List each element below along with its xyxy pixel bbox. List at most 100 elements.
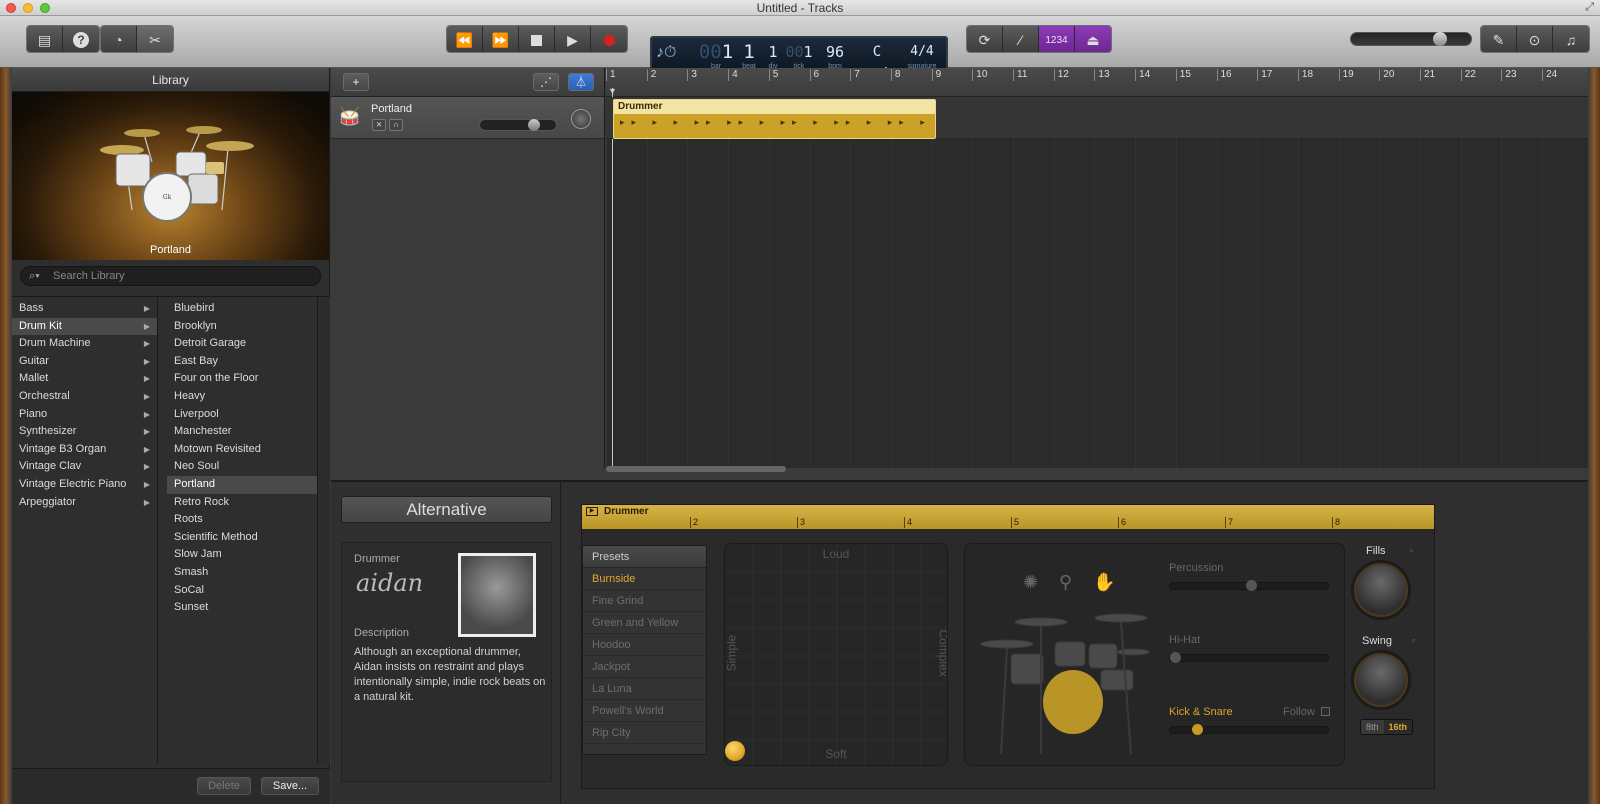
xy-puck[interactable] xyxy=(725,741,745,761)
smart-controls-button[interactable]: ◔ xyxy=(101,26,137,52)
patch-list-scrollbar[interactable] xyxy=(317,297,330,764)
library-patch-item[interactable]: Slow Jam xyxy=(167,546,317,564)
library-patch-item[interactable]: Scientific Method xyxy=(167,529,317,547)
mute-button[interactable]: ⨯ xyxy=(372,119,386,131)
swing-knob[interactable] xyxy=(1354,653,1408,707)
metronome-button[interactable]: ⏏ xyxy=(1075,26,1111,52)
add-track-button[interactable]: + xyxy=(343,73,369,91)
automation-button[interactable]: ⋰ xyxy=(533,73,559,91)
swing-lock-icon[interactable]: ▫ xyxy=(1412,635,1415,645)
preset-item[interactable]: Burnside xyxy=(583,568,706,590)
library-category-item[interactable]: Piano ▶ xyxy=(12,406,157,424)
quick-help-button[interactable]: ? xyxy=(63,26,99,52)
library-patch-item[interactable]: Heavy xyxy=(167,388,317,406)
percussion-slider[interactable] xyxy=(1169,580,1329,591)
library-category-item[interactable]: Synthesizer ▶ xyxy=(12,423,157,441)
library-category-item[interactable]: Orchestral ▶ xyxy=(12,388,157,406)
library-category-item[interactable]: Guitar ▶ xyxy=(12,353,157,371)
notepad-button[interactable]: ✎ xyxy=(1481,26,1517,52)
library-search-field[interactable]: ⌕▾ Search Library xyxy=(20,266,321,286)
editor-ruler[interactable]: 2 3 4 5 6 7 8 xyxy=(582,517,1434,529)
library-category-item[interactable]: Vintage Electric Piano ▶ xyxy=(12,476,157,494)
clap-icon[interactable]: ✋ xyxy=(1093,572,1115,593)
drummer-region[interactable]: Drummer ▸▸ ▸ ▸ ▸▸ ▸▸ ▸ ▸▸ ▸ ▸▸ ▸ ▸▸ ▸ ▸▸… xyxy=(613,99,936,139)
library-category-item[interactable]: Mallet ▶ xyxy=(12,370,157,388)
track-lanes[interactable] xyxy=(606,97,1588,468)
rewind-button[interactable]: ⏪ xyxy=(447,26,483,52)
hihat-slider-knob[interactable] xyxy=(1170,652,1181,663)
cycle-button[interactable]: ⟳ xyxy=(967,26,1003,52)
library-patch-item[interactable]: Sunset xyxy=(167,599,317,617)
library-category-item[interactable]: Vintage B3 Organ ▶ xyxy=(12,441,157,459)
play-region-icon[interactable]: ▶ xyxy=(586,507,598,516)
tuner-metronome-icon[interactable]: ♪⏱ xyxy=(656,44,676,62)
tracks-horizontal-scrollbar[interactable] xyxy=(606,466,786,472)
play-button[interactable]: ▶ xyxy=(555,26,591,52)
tambourine-icon[interactable]: ⚲ xyxy=(1059,572,1072,593)
library-patch-item[interactable]: Bluebird xyxy=(167,300,317,318)
library-category-item[interactable]: Drum Machine ▶ xyxy=(12,335,157,353)
count-in-button[interactable]: 1234 xyxy=(1039,26,1075,52)
library-patch-item[interactable]: SoCal xyxy=(167,582,317,600)
library-category-item[interactable]: Drum Kit ▶ xyxy=(12,317,157,336)
fills-knob[interactable] xyxy=(1354,563,1408,617)
media-browser-button[interactable]: ♫ xyxy=(1553,26,1589,52)
library-patch-item[interactable]: Four on the Floor xyxy=(167,370,317,388)
percussion-slider-knob[interactable] xyxy=(1246,580,1257,591)
editors-button[interactable]: ✂ xyxy=(137,26,173,52)
loud-soft-complexity-pad[interactable]: Loud Soft Simple Complex xyxy=(724,543,948,766)
library-patch-item[interactable]: Retro Rock xyxy=(167,494,317,512)
library-category-item[interactable]: Vintage Clav ▶ xyxy=(12,458,157,476)
track-header-portland[interactable]: 🥁 Portland ⨯ ∩ xyxy=(331,97,604,139)
preset-item[interactable]: Hoodoo xyxy=(583,634,706,656)
save-button[interactable]: Save... xyxy=(261,777,319,795)
master-volume-knob[interactable] xyxy=(1433,32,1447,46)
drum-kit-diagram[interactable] xyxy=(971,604,1171,764)
preset-item[interactable]: La Luna xyxy=(583,678,706,700)
fast-forward-button[interactable]: ⏩ xyxy=(483,26,519,52)
kick-snare-slider-knob[interactable] xyxy=(1192,724,1203,735)
record-button[interactable] xyxy=(591,26,627,52)
loop-browser-button[interactable]: ⊙ xyxy=(1517,26,1553,52)
headphones-button[interactable]: ∩ xyxy=(389,119,403,131)
library-patch-item[interactable]: Smash xyxy=(167,564,317,582)
library-category-item[interactable]: Arpeggiator ▶ xyxy=(12,494,157,512)
tuner-button[interactable]: ⁄ xyxy=(1003,26,1039,52)
playhead-icon[interactable]: ▼ xyxy=(608,86,617,96)
delete-button[interactable]: Delete xyxy=(197,777,251,795)
library-patch-item[interactable]: Roots xyxy=(167,511,317,529)
hihat-slider[interactable] xyxy=(1169,652,1329,663)
library-patch-item[interactable]: Neo Soul xyxy=(167,458,317,476)
catch-filter-button[interactable]: ⏃ xyxy=(568,73,594,91)
timeline-ruler[interactable]: 1 2 3 4 5 6 7 8 9 10 11 12 13 14 15 16 17 18 19 20 21 22 23 24 xyxy=(606,68,1588,97)
fullscreen-icon[interactable]: ⤢ xyxy=(1585,1,1594,14)
library-patch-item[interactable]: Portland xyxy=(167,475,317,494)
track-volume-slider[interactable] xyxy=(479,119,557,131)
preset-item[interactable]: Fine Grind xyxy=(583,590,706,612)
shaker-icon[interactable]: ✺ xyxy=(1023,572,1038,593)
preset-item[interactable]: Green and Yellow xyxy=(583,612,706,634)
library-patch-item[interactable]: Motown Revisited xyxy=(167,441,317,459)
track-volume-knob[interactable] xyxy=(528,119,540,131)
alternative-button[interactable]: Alternative xyxy=(341,496,552,523)
stop-button[interactable] xyxy=(519,26,555,52)
kick-snare-slider[interactable] xyxy=(1169,724,1329,735)
fills-lock-icon[interactable]: ▫ xyxy=(1410,545,1413,555)
preset-item[interactable]: Jackpot xyxy=(583,656,706,678)
track-pan-knob[interactable] xyxy=(571,109,591,129)
lcd-signature[interactable]: 4/4 xyxy=(900,41,944,63)
library-patch-item[interactable]: Liverpool xyxy=(167,406,317,424)
swing-8th-button[interactable]: 8th xyxy=(1361,720,1384,734)
preset-item[interactable]: Rip City xyxy=(583,722,706,744)
track-name[interactable]: Portland xyxy=(371,103,412,115)
swing-16th-button[interactable]: 16th xyxy=(1383,720,1413,734)
library-patch-item[interactable]: Manchester xyxy=(167,423,317,441)
master-volume-slider[interactable] xyxy=(1350,32,1472,46)
library-patch-item[interactable]: Brooklyn xyxy=(167,318,317,336)
library-category-item[interactable]: Bass ▶ xyxy=(12,300,157,318)
library-patch-item[interactable]: Detroit Garage xyxy=(167,335,317,353)
library-button[interactable]: ▤ xyxy=(27,26,63,52)
preset-item[interactable]: Powell's World xyxy=(583,700,706,722)
library-patch-item[interactable]: East Bay xyxy=(167,353,317,371)
lcd-bpm[interactable]: 96 xyxy=(818,41,852,63)
